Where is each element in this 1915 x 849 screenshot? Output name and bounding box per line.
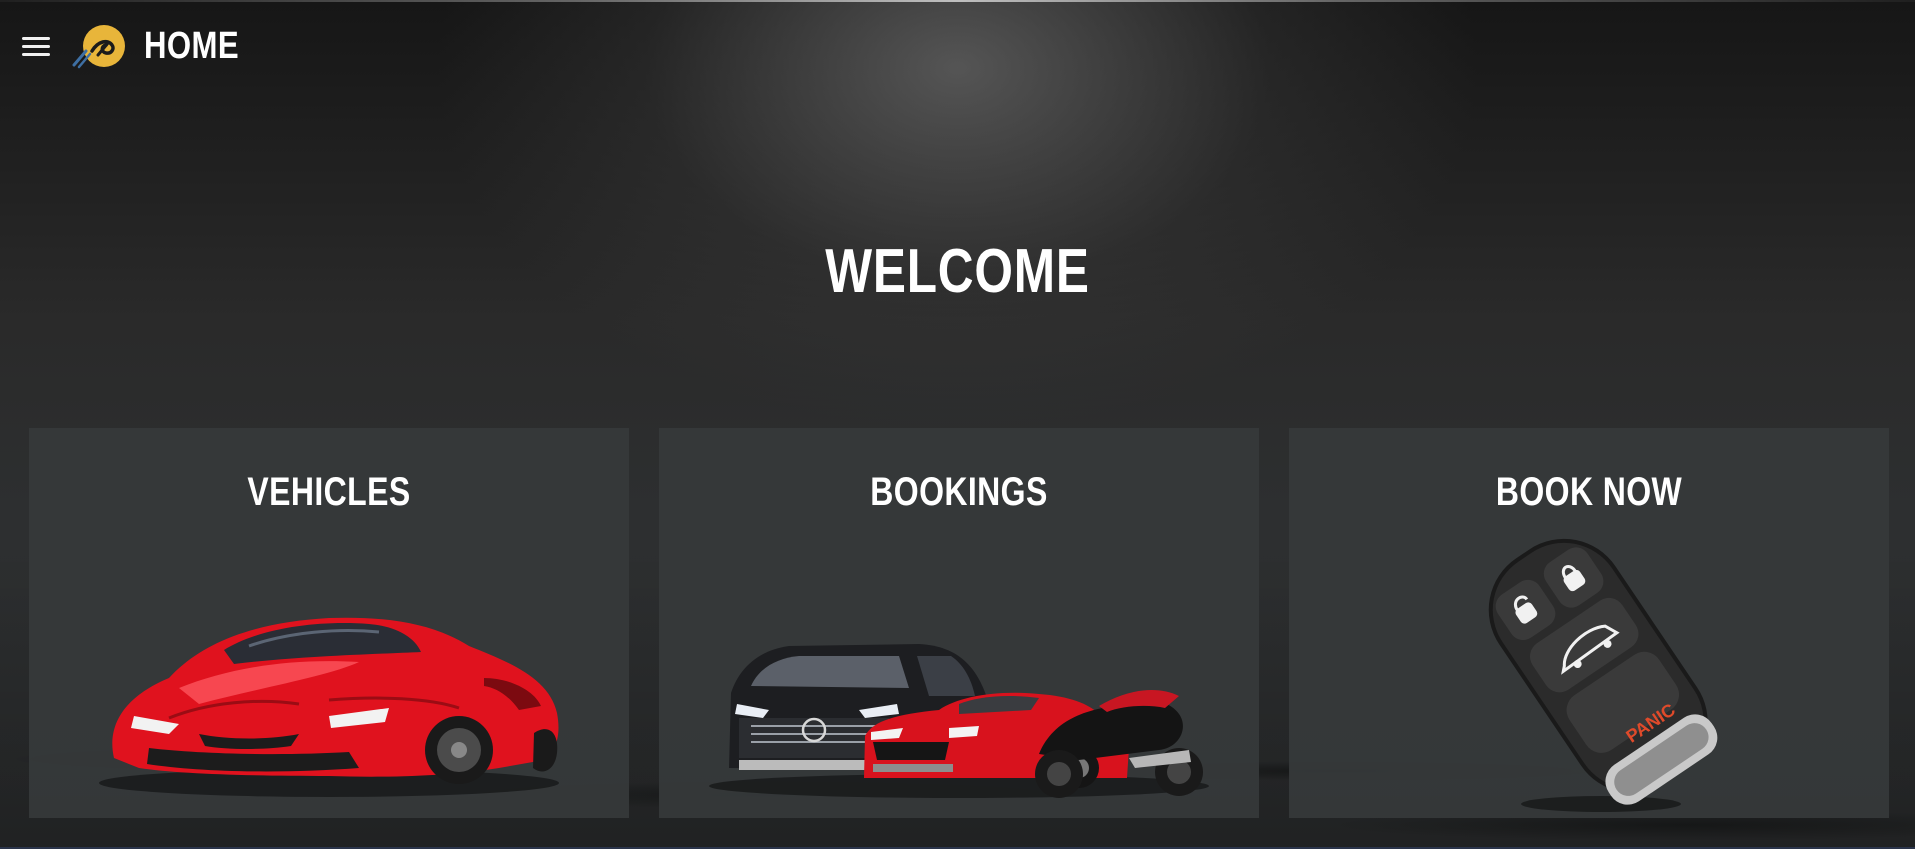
- top-bar: HOME: [22, 20, 260, 72]
- van-car-motorcycle-icon: [659, 528, 1259, 818]
- hamburger-menu-icon[interactable]: [22, 30, 54, 62]
- page-title: HOME: [144, 24, 240, 67]
- card-book-now-label: BOOK NOW: [1495, 470, 1683, 514]
- app-root: HOME WELCOME VEHICLES BOOKINGS BOOK NOW …: [0, 0, 1915, 849]
- welcome-heading: WELCOME: [825, 237, 1090, 306]
- card-bookings-label: BOOKINGS: [870, 470, 1048, 514]
- red-sports-car-icon: [29, 528, 629, 818]
- card-bookings[interactable]: BOOKINGS: [659, 428, 1259, 818]
- top-divider: [0, 0, 1915, 2]
- navigation-cards: VEHICLES BOOKINGS BOOK NOW PANIC: [29, 428, 1889, 818]
- card-book-now[interactable]: BOOK NOW PANIC: [1289, 428, 1889, 818]
- card-vehicles-label: VEHICLES: [247, 470, 411, 514]
- brand-logo-icon[interactable]: [68, 21, 130, 71]
- card-vehicles[interactable]: VEHICLES: [29, 428, 629, 818]
- car-key-fob-icon: PANIC: [1289, 528, 1889, 818]
